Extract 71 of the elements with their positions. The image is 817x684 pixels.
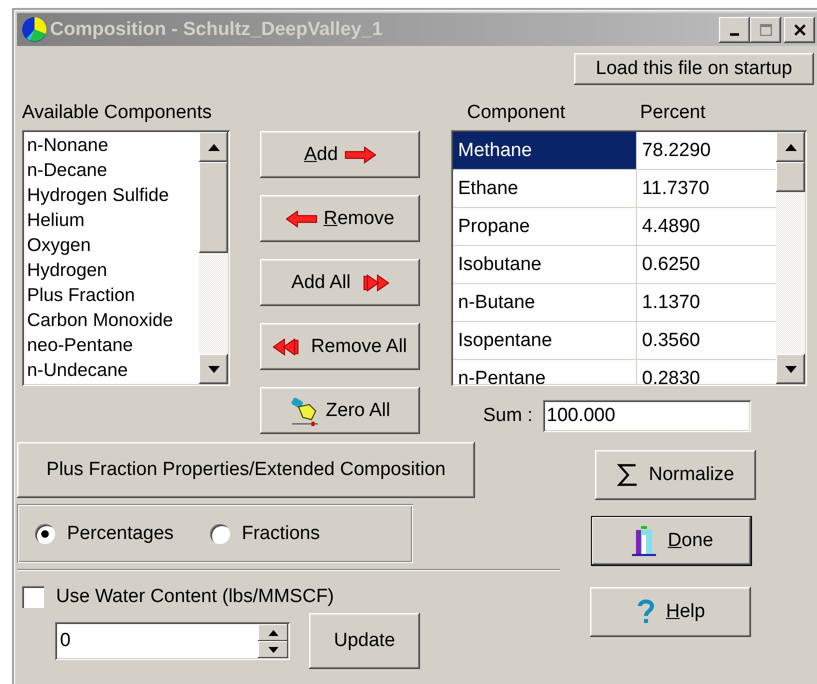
table-cell[interactable]: n-Pentane [453, 360, 637, 384]
zero-all-button[interactable]: Zero All [260, 387, 420, 434]
door-exit-icon [630, 525, 658, 557]
normalize-button[interactable]: Normalize [595, 450, 756, 500]
table-cell[interactable]: Methane [453, 132, 637, 169]
list-item[interactable]: Helium [27, 207, 199, 232]
available-components-label: Available Components [22, 102, 213, 124]
water-content-label: Use Water Content (lbs/MMSCF) [56, 586, 334, 608]
load-on-startup-button[interactable]: Load this file on startup [574, 53, 814, 85]
table-cell[interactable]: Isopentane [453, 322, 637, 359]
plus-fraction-button[interactable]: Plus Fraction Properties/Extended Composition [17, 442, 475, 498]
table-cell[interactable]: 0.6250 [637, 246, 776, 283]
list-item[interactable]: n-Nonane [27, 132, 199, 157]
done-button[interactable]: Done [591, 516, 752, 566]
table-cell[interactable]: 0.2830 [637, 360, 776, 384]
list-item[interactable]: n-Undecane [27, 357, 199, 382]
window-title: Composition - Schultz_DeepValley_1 [50, 18, 383, 40]
remove-all-button[interactable]: Remove All [260, 323, 420, 370]
close-button[interactable] [784, 16, 815, 42]
table-cell[interactable]: n-Butane [453, 284, 637, 321]
remove-button[interactable]: Remove [260, 195, 420, 242]
add-button[interactable]: Add [260, 131, 420, 178]
scroll-thumb[interactable] [199, 162, 228, 253]
list-item[interactable]: Oxygen [27, 232, 199, 257]
table-cell[interactable]: 4.4890 [637, 208, 776, 245]
table-cell[interactable]: 1.1370 [637, 284, 776, 321]
column-header: Component [467, 102, 566, 124]
down-arrow-icon[interactable] [268, 646, 278, 652]
scroll-thumb[interactable] [776, 162, 805, 192]
up-arrow-icon[interactable] [208, 144, 220, 150]
list-item[interactable]: Plus Fraction [27, 282, 199, 307]
right-arrow-icon [344, 146, 376, 164]
radio-button[interactable] [35, 524, 55, 544]
question-mark-icon [636, 598, 656, 626]
hand-eraser-icon [290, 396, 320, 426]
help-button[interactable]: Help [590, 587, 751, 637]
left-arrow-icon [286, 210, 318, 228]
list-item[interactable]: neo-Pentane [27, 332, 199, 357]
maximize-button[interactable] [750, 16, 781, 42]
checkbox[interactable] [22, 586, 44, 608]
list-item[interactable]: Hydrogen [27, 257, 199, 282]
up-arrow-icon[interactable] [784, 144, 796, 150]
close-icon [794, 24, 806, 36]
minimize-button[interactable] [719, 16, 750, 42]
scrollbar[interactable] [199, 132, 228, 384]
radio-option[interactable]: Fractions [210, 522, 320, 544]
table-cell[interactable]: Isobutane [453, 246, 637, 283]
scrollbar[interactable] [776, 132, 805, 384]
add-all-button[interactable]: Add All [260, 259, 420, 306]
water-content-spin-field[interactable]: 0 [55, 622, 290, 660]
minimize-icon [730, 32, 739, 36]
table-cell[interactable]: 0.3560 [637, 322, 776, 359]
list-item[interactable]: Hydrogen Sulfide [27, 182, 199, 207]
list-item[interactable]: Carbon Monoxide [27, 307, 199, 332]
sum-field[interactable]: 100.000 [542, 400, 751, 432]
column-header: Percent [640, 102, 706, 124]
list-item[interactable]: n-Decane [27, 157, 199, 182]
sigma-icon [616, 462, 639, 488]
sum-label: Sum : [483, 405, 533, 427]
table-cell[interactable]: 11.7370 [637, 170, 776, 207]
update-button[interactable]: Update [309, 613, 420, 669]
table-cell[interactable]: 78.2290 [637, 132, 776, 169]
radio-button[interactable] [210, 524, 230, 544]
down-arrow-icon[interactable] [784, 366, 796, 372]
down-arrow-icon[interactable] [208, 366, 220, 372]
table-cell[interactable]: Ethane [453, 170, 637, 207]
radio-option[interactable]: Percentages [35, 522, 174, 544]
table-cell[interactable]: Propane [453, 208, 637, 245]
maximize-icon [760, 24, 772, 36]
up-arrow-icon[interactable] [268, 630, 278, 636]
pie-logo-icon [21, 16, 48, 43]
